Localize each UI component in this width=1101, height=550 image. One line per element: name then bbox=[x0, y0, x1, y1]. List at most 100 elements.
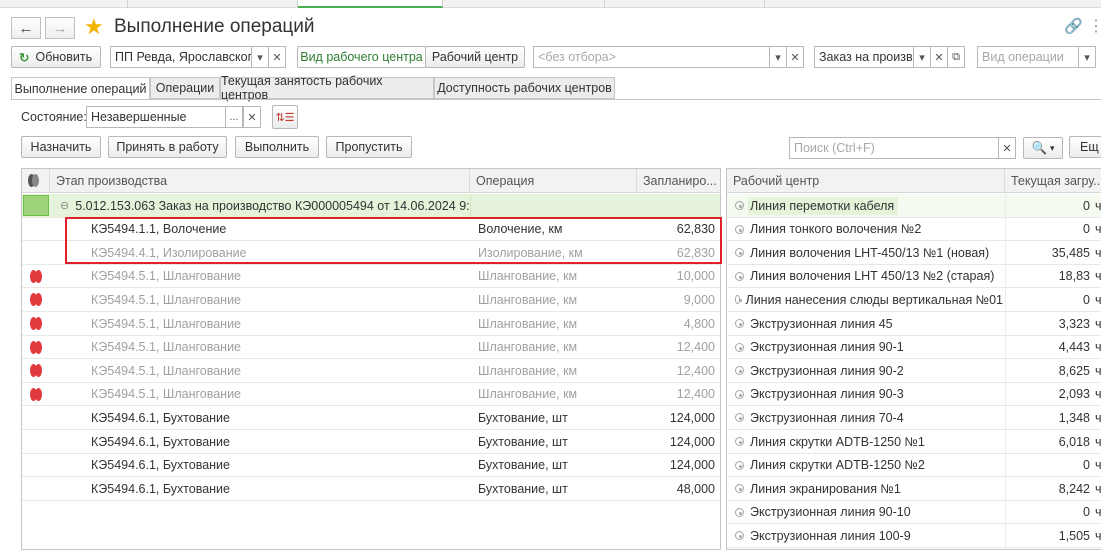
arrow-right-icon: → bbox=[52, 19, 68, 37]
top-tabs-strip bbox=[0, 0, 1101, 8]
work-center-name: Линия тонкого волочения №2 bbox=[750, 222, 922, 237]
stage-cell: КЭ5494.5.1, Шлангование bbox=[91, 292, 241, 307]
header-operation[interactable]: Операция bbox=[470, 169, 637, 193]
table-row[interactable]: КЭ5494.5.1, Шлангование Шлангование, км 9,… bbox=[22, 288, 720, 312]
division-clear-button[interactable]: ✕ bbox=[268, 46, 286, 68]
back-button[interactable]: ← bbox=[11, 17, 41, 39]
order-field[interactable]: Заказ на произво, bbox=[814, 46, 914, 68]
group-row[interactable]: ⊖ 5.012.153.063 Заказ на производство КЭ0… bbox=[22, 194, 720, 218]
work-center-row[interactable]: Линия нанесения слюды вертикальная №01 0 ч bbox=[727, 288, 1101, 312]
work-center-row[interactable]: Линия волочения LHT 450/13 №2 (старая) 18… bbox=[727, 264, 1101, 289]
table-row[interactable]: КЭ5494.6.1, Бухтование Бухтование, шт 124,… bbox=[22, 454, 720, 478]
work-center-type-toggle[interactable]: Вид рабочего центра bbox=[297, 46, 426, 68]
operation-cell: Бухтование, шт bbox=[478, 481, 568, 496]
work-center-cell: Экструзионная линия 100-9 bbox=[735, 524, 1003, 547]
more-vertical-icon[interactable]: ⋮ bbox=[1088, 16, 1101, 36]
filter-clear-button[interactable]: ✕ bbox=[786, 46, 804, 68]
link-icon[interactable]: 🔗 bbox=[1064, 17, 1083, 35]
table-row[interactable]: КЭ5494.6.1, Бухтование Бухтование, шт 48,0… bbox=[22, 477, 720, 501]
item-bullet-icon bbox=[735, 342, 744, 352]
current-load-cell: 8,242 bbox=[1058, 481, 1090, 496]
operation-type-field[interactable]: Вид операции bbox=[977, 46, 1079, 68]
header-status-column[interactable] bbox=[22, 169, 50, 193]
table-row[interactable]: КЭ5494.5.1, Шлангование Шлангование, км 12… bbox=[22, 336, 720, 360]
state-clear-button[interactable]: ✕ bbox=[243, 106, 261, 128]
order-clear-button[interactable]: ✕ bbox=[930, 46, 948, 68]
refresh-button[interactable]: ↻ Обновить bbox=[11, 46, 101, 68]
work-center-cell: Линия волочения LHT 450/13 №2 (старая) bbox=[735, 265, 1003, 288]
work-center-row[interactable]: Экструзионная линия 90-1 4,443 ч bbox=[727, 335, 1101, 360]
search-clear-button[interactable]: ✕ bbox=[998, 137, 1016, 159]
item-bullet-icon bbox=[735, 507, 744, 517]
tab-operations-execution[interactable]: Выполнение операций bbox=[11, 77, 150, 100]
state-field[interactable]: Незавершенные bbox=[86, 106, 226, 128]
assign-button[interactable]: Назначить bbox=[21, 136, 101, 158]
sort-settings-button[interactable]: ⇅☰ bbox=[272, 105, 298, 129]
item-bullet-icon bbox=[735, 319, 744, 328]
work-center-row[interactable]: Линия скрутки ADTB-1250 №2 0 ч bbox=[727, 453, 1101, 478]
stop-icon bbox=[30, 317, 43, 330]
load-unit-cell: ч bbox=[1095, 245, 1101, 260]
work-center-row[interactable]: Линия экранирования №1 8,242 ч bbox=[727, 477, 1101, 501]
work-center-row[interactable]: Экструзионная линия 90-2 8,625 ч bbox=[727, 359, 1101, 383]
table-row[interactable]: КЭ5494.5.1, Шлангование Шлангование, км 10… bbox=[22, 265, 720, 289]
load-unit-cell: ч bbox=[1095, 316, 1101, 331]
work-center-cell: Линия скрутки ADTB-1250 №2 bbox=[735, 454, 1003, 477]
work-center-row[interactable]: Экструзионная линия 45 3,323 ч bbox=[727, 312, 1101, 336]
work-center-name: Линия перемотки кабеля bbox=[748, 196, 899, 215]
work-center-row[interactable]: Линия тонкого волочения №2 0 ч bbox=[727, 217, 1101, 242]
filter-field[interactable]: <без отбора> bbox=[533, 46, 770, 68]
accept-button[interactable]: Принять в работу bbox=[108, 136, 227, 158]
state-select-button[interactable]: ... bbox=[225, 106, 243, 128]
load-unit-cell: ч bbox=[1095, 481, 1101, 496]
division-field[interactable]: ПП Ревда, Ярославского bbox=[110, 46, 252, 68]
search-input[interactable]: Поиск (Ctrl+F) bbox=[789, 137, 999, 159]
table-row[interactable]: КЭ5494.5.1, Шлангование Шлангование, км 12… bbox=[22, 359, 720, 383]
item-bullet-icon bbox=[735, 437, 744, 446]
table-row[interactable]: КЭ5494.5.1, Шлангование Шлангование, км 4,… bbox=[22, 312, 720, 336]
work-center-row[interactable]: Экструзионная линия 90-10 0 ч bbox=[727, 500, 1101, 525]
favorite-star-icon[interactable]: ★ bbox=[84, 14, 104, 40]
filter-dropdown-button[interactable]: ▾ bbox=[769, 46, 787, 68]
work-center-row[interactable]: Линия волочения LHT-450/13 №1 (новая) 35,… bbox=[727, 241, 1101, 265]
work-centers-table[interactable]: Рабочий центр Текущая загру... Линия пер… bbox=[726, 168, 1101, 550]
operation-type-dropdown-button[interactable]: ▾ bbox=[1078, 46, 1096, 68]
more-button[interactable]: Ещ bbox=[1069, 136, 1101, 158]
work-center-name: Экструзионная линия 70-4 bbox=[750, 410, 904, 425]
close-icon: ✕ bbox=[272, 51, 282, 64]
header-current-load[interactable]: Текущая загру... bbox=[1005, 169, 1101, 193]
work-center-row[interactable]: Экструзионная линия 90-3 2,093 ч bbox=[727, 382, 1101, 407]
header-planned[interactable]: Запланиро... bbox=[637, 169, 720, 193]
table-row[interactable]: КЭ5494.5.1, Шлангование Шлангование, км 12… bbox=[22, 383, 720, 407]
skip-button[interactable]: Пропустить bbox=[326, 136, 412, 158]
close-icon: ✕ bbox=[934, 51, 944, 64]
tab-availability[interactable]: Доступность рабочих центров bbox=[434, 77, 615, 99]
header-work-center[interactable]: Рабочий центр bbox=[727, 169, 1005, 193]
table-row[interactable]: КЭ5494.6.1, Бухтование Бухтование, шт 124,… bbox=[22, 406, 720, 430]
work-center-toggle[interactable]: Рабочий центр bbox=[425, 46, 525, 68]
division-dropdown-button[interactable]: ▾ bbox=[251, 46, 269, 68]
stage-cell: КЭ5494.5.1, Шлангование bbox=[91, 316, 241, 331]
tab-operations[interactable]: Операции bbox=[150, 77, 220, 99]
stage-cell: КЭ5494.6.1, Бухтование bbox=[91, 458, 230, 473]
operation-cell: Бухтование, шт bbox=[478, 434, 568, 449]
current-load-cell: 3,323 bbox=[1058, 316, 1090, 331]
forward-button[interactable]: → bbox=[45, 17, 75, 39]
execute-button[interactable]: Выполнить bbox=[235, 136, 319, 158]
planned-cell: 12,400 bbox=[676, 363, 715, 378]
search-button[interactable]: 🔍 ▾ bbox=[1023, 137, 1063, 159]
order-dropdown-button[interactable]: ▾ bbox=[913, 46, 931, 68]
collapse-icon[interactable]: ⊖ bbox=[60, 199, 69, 212]
tab-current-load[interactable]: Текущая занятость рабочих центров bbox=[220, 74, 434, 102]
order-open-button[interactable]: ⧉ bbox=[947, 46, 965, 68]
work-center-row[interactable]: Линия скрутки ADTB-1250 №1 6,018 ч bbox=[727, 430, 1101, 454]
work-center-cell: Экструзионная линия 70-4 bbox=[735, 406, 1003, 429]
work-center-row[interactable]: Экструзионная линия 100-9 1,505 ч bbox=[727, 524, 1101, 548]
work-center-row[interactable]: Линия перемотки кабеля 0 ч bbox=[727, 194, 1101, 218]
header-stage[interactable]: Этап производства bbox=[50, 169, 470, 193]
current-load-cell: 1,505 bbox=[1058, 528, 1090, 543]
work-center-name: Линия скрутки ADTB-1250 №1 bbox=[750, 434, 925, 449]
work-center-row[interactable]: Экструзионная линия 70-4 1,348 ч bbox=[727, 406, 1101, 430]
table-row[interactable]: КЭ5494.6.1, Бухтование Бухтование, шт 124,… bbox=[22, 430, 720, 454]
operations-table-header: Этап производства Операция Запланиро... bbox=[22, 169, 720, 193]
